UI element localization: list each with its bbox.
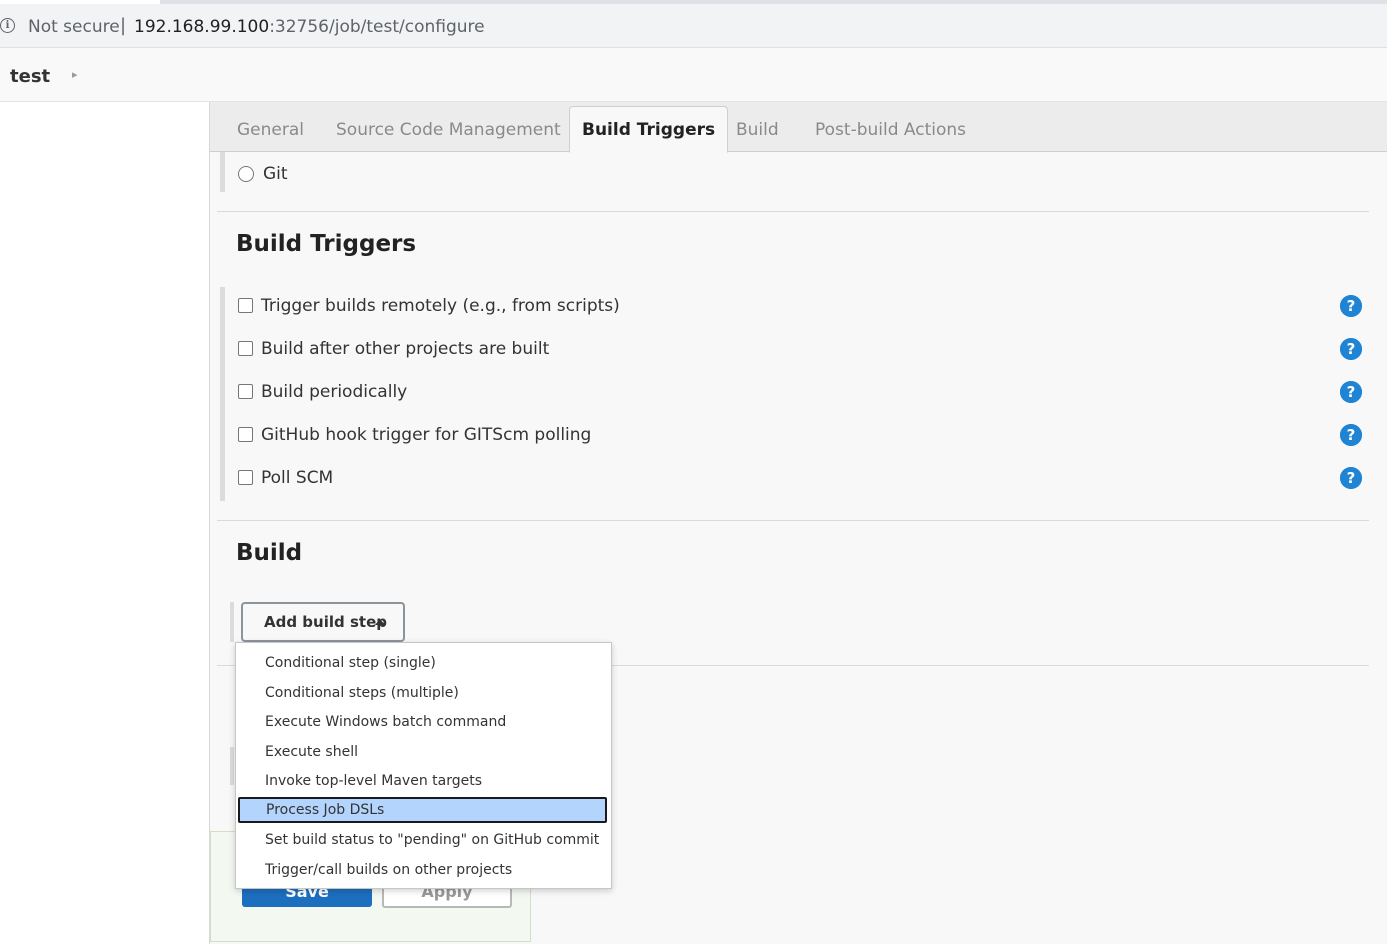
poll-scm-checkbox[interactable] (238, 470, 253, 485)
add-build-step-button[interactable]: Add build step (241, 602, 405, 642)
section-divider (217, 520, 1369, 521)
url-host: 192.168.99.100 (134, 17, 270, 37)
menu-item-github-pending-status[interactable]: Set build status to "pending" on GitHub … (238, 827, 607, 853)
triggers-indent-bar (220, 287, 225, 501)
help-icon[interactable]: ? (1340, 467, 1362, 489)
menu-item-windows-batch[interactable]: Execute Windows batch command (238, 709, 607, 735)
build-periodically-label[interactable]: Build periodically (261, 382, 407, 402)
build-after-other-label[interactable]: Build after other projects are built (261, 339, 549, 359)
section-divider (217, 211, 1369, 212)
menu-item-execute-shell[interactable]: Execute shell (238, 739, 607, 765)
trigger-remote-checkbox[interactable] (238, 298, 253, 313)
trigger-remote-label[interactable]: Trigger builds remotely (e.g., from scri… (261, 296, 620, 316)
tab-general[interactable]: General (237, 120, 304, 140)
build-step-menu: Conditional step (single) Conditional st… (235, 642, 612, 889)
build-periodically-checkbox[interactable] (238, 384, 253, 399)
build-triggers-title: Build Triggers (236, 231, 417, 257)
github-hook-label[interactable]: GitHub hook trigger for GITScm polling (261, 425, 591, 445)
menu-item-trigger-other-projects[interactable]: Trigger/call builds on other projects (238, 857, 607, 883)
chevron-right-icon[interactable]: ▸ (72, 68, 78, 81)
git-radio[interactable] (238, 166, 254, 182)
help-icon[interactable]: ? (1340, 381, 1362, 403)
help-icon[interactable]: ? (1340, 424, 1362, 446)
post-build-indent-bar (230, 747, 234, 785)
poll-scm-label[interactable]: Poll SCM (261, 468, 333, 488)
help-icon[interactable]: ? (1340, 295, 1362, 317)
git-label: Git (263, 164, 288, 184)
scm-indent-bar (220, 152, 225, 192)
tab-build[interactable]: Build (736, 120, 779, 140)
info-icon[interactable]: i (0, 18, 15, 33)
tab-build-triggers[interactable]: Build Triggers (569, 106, 729, 153)
menu-item-process-job-dsls[interactable]: Process Job DSLs (238, 797, 607, 823)
config-tabs: General Source Code Management Build Tri… (210, 102, 1387, 153)
breadcrumb-job-link[interactable]: test (10, 66, 50, 87)
url-separator: | (120, 15, 127, 36)
tab-post-build-actions[interactable]: Post-build Actions (815, 120, 966, 140)
menu-item-conditional-single[interactable]: Conditional step (single) (238, 650, 607, 676)
caret-up-icon (375, 619, 385, 625)
menu-item-maven-targets[interactable]: Invoke top-level Maven targets (238, 768, 607, 794)
url-path: :32756/job/test/configure (269, 17, 485, 37)
breadcrumb: test ▸ (0, 48, 1387, 102)
url-text[interactable]: 192.168.99.100:32756/job/test/configure (134, 17, 485, 37)
security-label[interactable]: Not secure (28, 17, 120, 37)
github-hook-checkbox[interactable] (238, 427, 253, 442)
build-indent-bar (230, 602, 234, 642)
add-build-step-label: Add build step (264, 613, 387, 631)
menu-item-conditional-multiple[interactable]: Conditional steps (multiple) (238, 680, 607, 706)
address-bar[interactable]: i Not secure | 192.168.99.100:32756/job/… (0, 4, 1387, 48)
tab-source-code-management[interactable]: Source Code Management (336, 120, 561, 140)
build-after-other-checkbox[interactable] (238, 341, 253, 356)
help-icon[interactable]: ? (1340, 338, 1362, 360)
build-title: Build (236, 540, 303, 566)
